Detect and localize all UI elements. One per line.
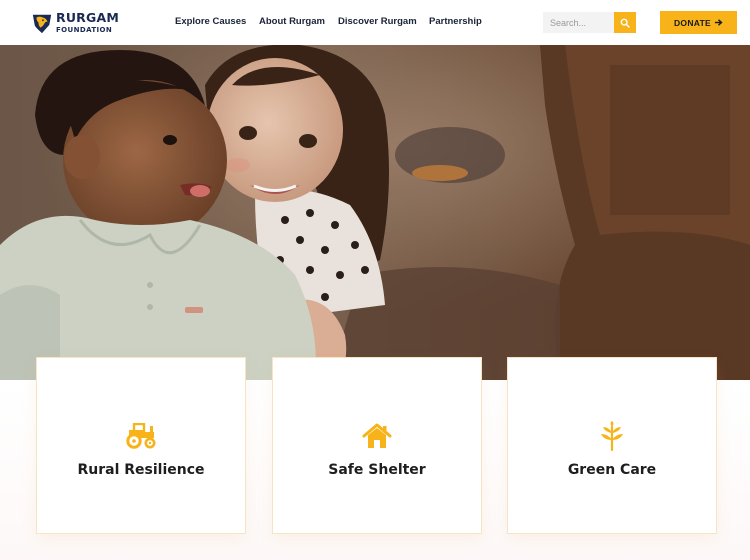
main-nav: Explore Causes About Rurgam Discover Rur… xyxy=(0,16,750,30)
search-input[interactable] xyxy=(543,12,614,33)
donate-button[interactable]: DONATE xyxy=(660,11,737,34)
arrow-right-icon xyxy=(714,19,723,26)
search-button[interactable] xyxy=(614,12,636,33)
tractor-icon xyxy=(125,422,157,450)
donate-label: DONATE xyxy=(673,17,712,28)
site-header: RURGAM FOUNDATION Explore Causes About R… xyxy=(0,0,750,45)
nav-partnership[interactable]: Partnership xyxy=(429,16,482,27)
search-icon xyxy=(620,18,630,28)
card-title: Safe Shelter xyxy=(328,462,426,478)
card-rural-resilience[interactable]: Rural Resilience xyxy=(36,357,246,534)
nav-discover-rurgam[interactable]: Discover Rurgam xyxy=(338,16,417,27)
hero-image xyxy=(0,45,750,380)
nav-explore-causes[interactable]: Explore Causes xyxy=(175,16,246,27)
search-bar xyxy=(543,12,636,33)
nav-about-rurgam[interactable]: About Rurgam xyxy=(259,16,325,27)
leaf-branch-icon xyxy=(596,421,628,451)
card-title: Rural Resilience xyxy=(77,462,205,478)
children-photo xyxy=(0,45,750,380)
house-icon xyxy=(361,422,393,450)
card-title: Green Care xyxy=(567,462,657,478)
card-green-care[interactable]: Green Care xyxy=(507,357,717,534)
card-safe-shelter[interactable]: Safe Shelter xyxy=(272,357,482,534)
